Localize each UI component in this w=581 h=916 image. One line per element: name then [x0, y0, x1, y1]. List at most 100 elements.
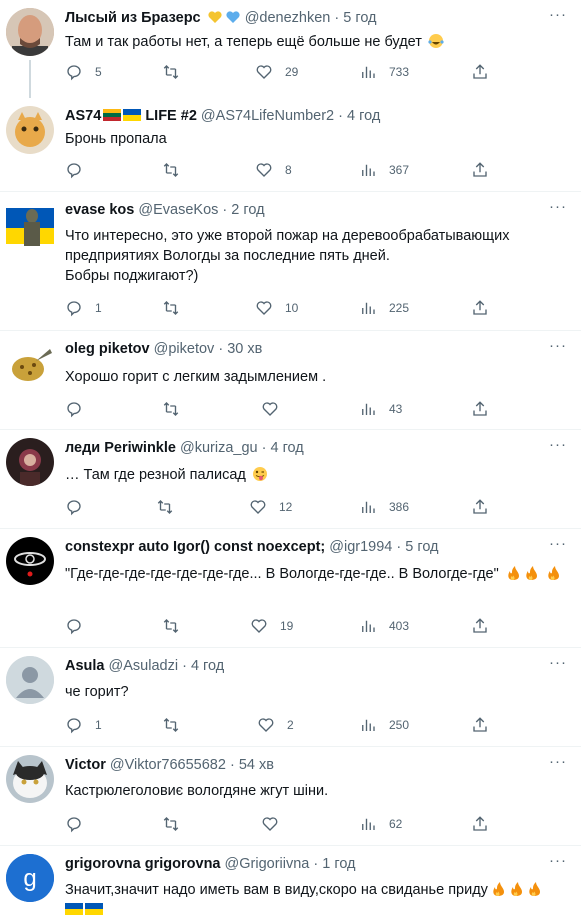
timestamp[interactable]: 54 хв [239, 757, 274, 773]
tweet[interactable]: AS74 LIFE #2 @AS74LifeNumber2 · 4 год Бр… [0, 98, 581, 192]
views-button[interactable]: 403 [359, 616, 409, 636]
more-icon[interactable]: ··· [549, 655, 567, 670]
share-button[interactable] [471, 814, 489, 834]
share-button[interactable] [471, 715, 489, 735]
views-button[interactable]: 43 [359, 399, 402, 419]
timestamp[interactable]: 4 год [347, 108, 380, 124]
more-icon[interactable]: ··· [549, 199, 567, 214]
display-name[interactable]: Victor [65, 757, 106, 773]
share-button[interactable] [471, 616, 489, 636]
more-icon[interactable]: ··· [549, 754, 567, 769]
avatar[interactable] [6, 537, 54, 585]
avatar-letter: g [23, 865, 36, 892]
share-button[interactable] [471, 160, 489, 180]
display-name[interactable]: constexpr auto Igor() const noexcept; [65, 539, 325, 555]
separator: · [218, 202, 232, 218]
like-button[interactable]: 8 [255, 160, 292, 180]
share-button[interactable] [471, 399, 489, 419]
handle[interactable]: @igr1994 [329, 539, 392, 555]
timestamp[interactable]: 4 год [191, 658, 224, 674]
retweet-icon [163, 65, 179, 79]
timestamp[interactable]: 4 год [270, 440, 303, 456]
handle[interactable]: @Asuladzi [109, 658, 179, 674]
like-button[interactable]: 10 [255, 298, 298, 318]
timestamp[interactable]: 30 хв [227, 341, 262, 357]
handle[interactable]: @denezhken [245, 10, 331, 26]
avatar[interactable] [6, 755, 54, 803]
views-button[interactable]: 733 [359, 62, 409, 82]
avatar[interactable]: g [6, 854, 54, 902]
display-name-suffix[interactable]: LIFE #2 [145, 108, 197, 124]
avatar[interactable] [6, 656, 54, 704]
like-button[interactable] [261, 399, 291, 419]
retweet-button[interactable] [162, 715, 192, 735]
retweet-button[interactable] [156, 497, 186, 517]
handle[interactable]: @AS74LifeNumber2 [201, 108, 334, 124]
handle[interactable]: @piketov [154, 341, 215, 357]
avatar[interactable] [6, 200, 54, 248]
timestamp[interactable]: 1 год [322, 856, 355, 872]
timestamp[interactable]: 5 год [405, 539, 438, 555]
share-button[interactable] [471, 62, 489, 82]
like-button[interactable]: 19 [250, 616, 293, 636]
tweet[interactable]: Asula @Asuladzi · 4 год ··· че горит? 1 … [0, 648, 581, 747]
avatar[interactable] [6, 438, 54, 486]
tweet[interactable]: oleg piketov @piketov · 30 хв ··· Хорошо… [0, 331, 581, 430]
retweet-button[interactable] [162, 160, 192, 180]
reply-button[interactable] [65, 616, 95, 636]
more-icon[interactable]: ··· [549, 853, 567, 868]
avatar[interactable] [6, 106, 54, 154]
tweet[interactable]: Victor @Viktor76655682 · 54 хв ··· Кастр… [0, 747, 581, 846]
reply-button[interactable]: 1 [65, 298, 102, 318]
retweet-button[interactable] [162, 399, 192, 419]
tweet[interactable]: g grigorovna grigorovna @Grigoriivna · 1… [0, 846, 581, 916]
more-icon[interactable]: ··· [549, 338, 567, 353]
like-button[interactable] [261, 814, 291, 834]
handle[interactable]: @Viktor76655682 [110, 757, 226, 773]
retweet-button[interactable] [162, 814, 192, 834]
reply-button[interactable] [65, 160, 95, 180]
like-button[interactable]: 2 [257, 715, 294, 735]
reply-button[interactable]: 1 [65, 715, 102, 735]
timestamp[interactable]: 2 год [231, 202, 264, 218]
display-name[interactable]: evase kos [65, 202, 134, 218]
share-button[interactable] [471, 298, 489, 318]
tweet[interactable]: леди Periwinkle @kuriza_gu · 4 год ··· …… [0, 430, 581, 529]
more-icon[interactable]: ··· [549, 536, 567, 551]
reply-button[interactable]: 5 [65, 62, 102, 82]
like-count: 19 [280, 619, 294, 633]
avatar[interactable] [6, 8, 54, 56]
tweet[interactable]: evase kos @EvaseKos · 2 год ··· Что инте… [0, 192, 581, 331]
tweet[interactable]: constexpr auto Igor() const noexcept; @i… [0, 529, 581, 648]
display-name[interactable]: AS74 [65, 108, 101, 124]
views-button[interactable]: 62 [359, 814, 402, 834]
share-button[interactable] [471, 497, 489, 517]
retweet-button[interactable] [162, 298, 192, 318]
more-icon[interactable]: ··· [549, 7, 567, 22]
handle[interactable]: @EvaseKos [138, 202, 218, 218]
handle[interactable]: @kuriza_gu [180, 440, 258, 456]
display-name[interactable]: Asula [65, 658, 105, 674]
display-name[interactable]: леди Periwinkle [65, 440, 176, 456]
retweet-button[interactable] [162, 616, 192, 636]
display-name[interactable]: oleg piketov [65, 341, 150, 357]
reply-button[interactable] [65, 497, 95, 517]
handle[interactable]: @Grigoriivna [225, 856, 310, 872]
views-button[interactable]: 250 [359, 715, 409, 735]
more-icon[interactable]: ··· [549, 437, 567, 452]
tweet[interactable]: Лысый из Бразерс @denezhken · 5 год ··· … [0, 0, 581, 98]
timestamp[interactable]: 5 год [343, 10, 376, 26]
views-button[interactable]: 386 [359, 497, 409, 517]
display-name[interactable]: grigorovna grigorovna [65, 856, 221, 872]
like-button[interactable]: 12 [249, 497, 292, 517]
like-button[interactable]: 29 [255, 62, 298, 82]
reply-button[interactable] [65, 399, 95, 419]
lithuania-flag-icon [103, 109, 122, 121]
views-button[interactable]: 367 [359, 160, 409, 180]
retweet-button[interactable] [162, 62, 192, 82]
tweet-text: Что интересно, это уже второй пожар на д… [65, 228, 510, 284]
avatar[interactable] [6, 339, 54, 387]
reply-button[interactable] [65, 814, 95, 834]
display-name[interactable]: Лысый из Бразерс [65, 10, 201, 26]
views-button[interactable]: 225 [359, 298, 409, 318]
